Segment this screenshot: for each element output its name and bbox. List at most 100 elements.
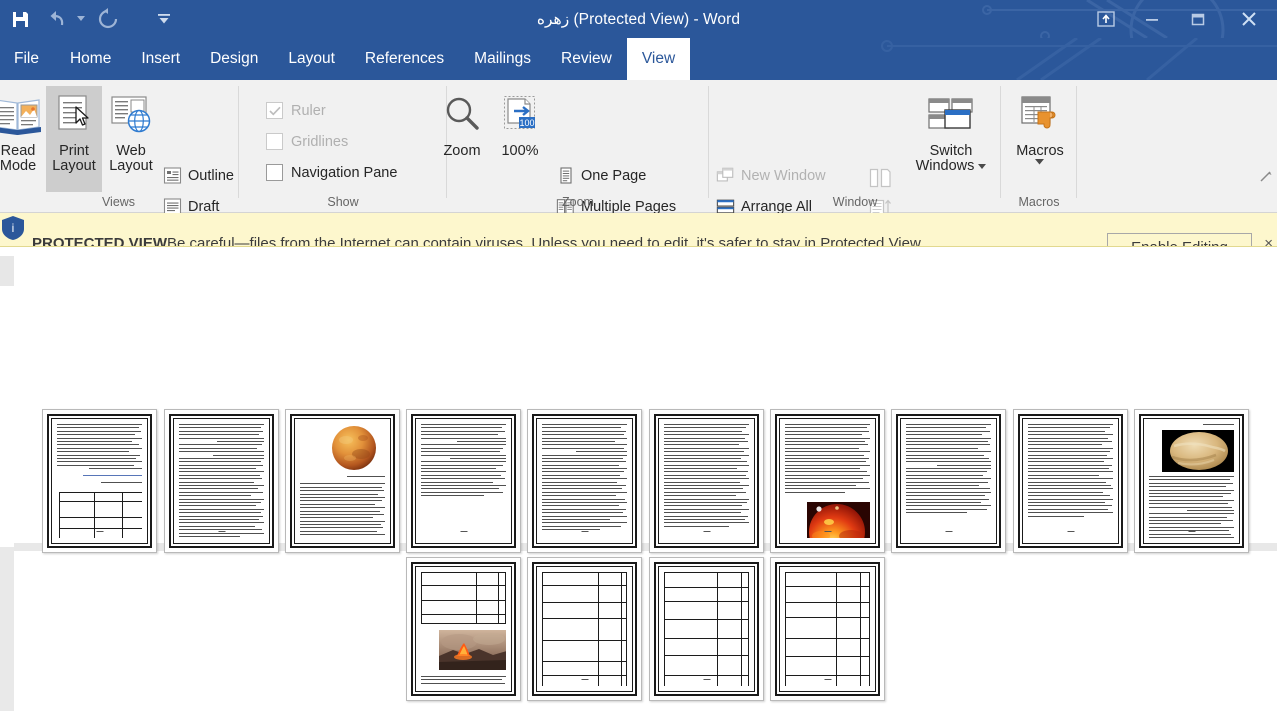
page-thumbnail[interactable] [406,409,521,553]
page-footer [703,531,710,532]
tab-design[interactable]: Design [195,38,273,80]
save-icon [12,11,28,27]
zoom-100-icon: 100 [497,86,543,144]
tab-view[interactable]: View [626,38,691,80]
tab-bar-decoration [881,38,1277,80]
view-button-read-mode-line2: Mode [0,158,37,174]
page-thumbnail[interactable] [1134,409,1249,553]
enable-editing-button[interactable]: Enable Editing [1107,233,1252,246]
page-image-solar-flare [807,502,870,538]
checkbox-navigation-pane-box [266,164,283,181]
protected-view-close-button[interactable]: × [1264,235,1273,246]
read-mode-icon [0,86,43,144]
view-button-web-layout[interactable]: Web Layout [103,86,159,192]
tab-layout[interactable]: Layout [273,38,350,80]
page-footer [824,531,831,532]
page-thumbnail[interactable] [42,409,157,553]
checkbox-ruler-box [266,102,283,119]
tab-references[interactable]: References [350,38,459,80]
page-thumbnail[interactable] [164,409,279,553]
view-button-read-mode[interactable]: Read Mode [0,86,46,192]
zoom-100-button[interactable]: 100 100% [492,86,548,192]
page-text-block [1149,424,1234,427]
page-thumbnail[interactable] [649,409,764,553]
one-page-icon [556,166,575,185]
tab-insert[interactable]: Insert [126,38,195,80]
checkbox-navigation-pane[interactable]: Navigation Pane [266,164,397,181]
macros-icon [1016,86,1064,144]
vertical-ruler-bottom[interactable] [0,547,14,711]
page-thumbnail[interactable] [1013,409,1128,553]
vertical-ruler-top[interactable] [0,256,14,286]
ribbon-group-macros: Macros Macros [1002,80,1076,213]
page-text-block [664,424,749,529]
page-thumbnail[interactable] [649,557,764,701]
page-footer [945,531,952,532]
restore-icon [1191,13,1205,26]
group-separator [708,86,709,198]
svg-text:i: i [12,221,15,235]
close-button[interactable] [1221,0,1277,38]
tab-review[interactable]: Review [546,38,627,80]
view-button-print-layout[interactable]: Print Layout [46,86,102,192]
collapse-ribbon-button[interactable] [1260,170,1273,186]
page-footer [703,679,710,680]
page-table [664,572,749,686]
page-text-block [1149,476,1234,538]
restore-button[interactable] [1175,0,1221,38]
redo-button[interactable] [88,0,128,38]
window-view-side-by-side-button[interactable] [868,166,892,190]
tab-mailings[interactable]: Mailings [459,38,546,80]
group-separator [238,86,239,198]
protected-view-message-text: Be careful—files from the Internet can c… [167,235,925,247]
page-text-block [421,676,506,686]
tab-file[interactable]: File [0,38,55,80]
customize-quick-access-toolbar-button[interactable] [128,0,200,38]
page-footer [581,679,588,680]
view-button-print-layout-line2: Layout [52,158,96,174]
page-thumbnail[interactable] [770,557,885,701]
page-thumbnail[interactable] [285,409,400,553]
page-image-volcano [439,630,506,670]
zoom-one-page-label: One Page [581,167,647,184]
switch-windows-button[interactable]: Switch Windows [914,86,988,192]
view-button-outline[interactable]: Outline [163,166,234,185]
page-text-block [179,424,264,538]
minimize-icon [1146,19,1158,21]
window-controls [1083,0,1277,38]
redo-icon [98,8,118,29]
ribbon-group-show: Ruler Gridlines Navigation Pane Show [240,80,446,213]
checkbox-ruler[interactable]: Ruler [266,102,326,119]
page-thumbnail[interactable] [527,557,642,701]
save-button[interactable] [0,0,40,38]
ribbon-group-views-label: Views [101,195,136,209]
checkbox-gridlines[interactable]: Gridlines [266,133,348,150]
page-thumbnail[interactable] [770,409,885,553]
undo-button[interactable] [40,0,74,38]
page-thumbnail[interactable] [527,409,642,553]
macros-button[interactable]: Macros [1008,86,1072,192]
checkbox-gridlines-box [266,133,283,150]
page-table [542,572,627,686]
minimize-button[interactable] [1129,0,1175,38]
collapse-ribbon-icon [1260,171,1272,182]
checkbox-ruler-label: Ruler [291,102,326,119]
page-thumbnail[interactable] [406,557,521,701]
ribbon-display-options-button[interactable] [1083,0,1129,38]
view-button-outline-label: Outline [188,167,234,184]
page-footer [218,531,225,532]
zoom-100-button-label: 100% [501,143,539,159]
undo-dropdown[interactable] [74,0,88,38]
zoom-dialog-button[interactable]: Zoom [434,86,490,192]
page-text-block [421,424,506,499]
zoom-one-page-button[interactable]: One Page [556,166,646,185]
window-new-window-button[interactable]: New Window [716,166,826,185]
tab-home[interactable]: Home [55,38,126,80]
page-footer [460,679,467,680]
ribbon-group-window: New Window Arrange All Split [710,80,1000,248]
page-table [785,572,870,686]
page-thumbnails-canvas[interactable] [14,247,1277,711]
print-layout-icon [51,86,97,144]
page-thumbnail[interactable] [891,409,1006,553]
group-separator [1076,86,1077,198]
